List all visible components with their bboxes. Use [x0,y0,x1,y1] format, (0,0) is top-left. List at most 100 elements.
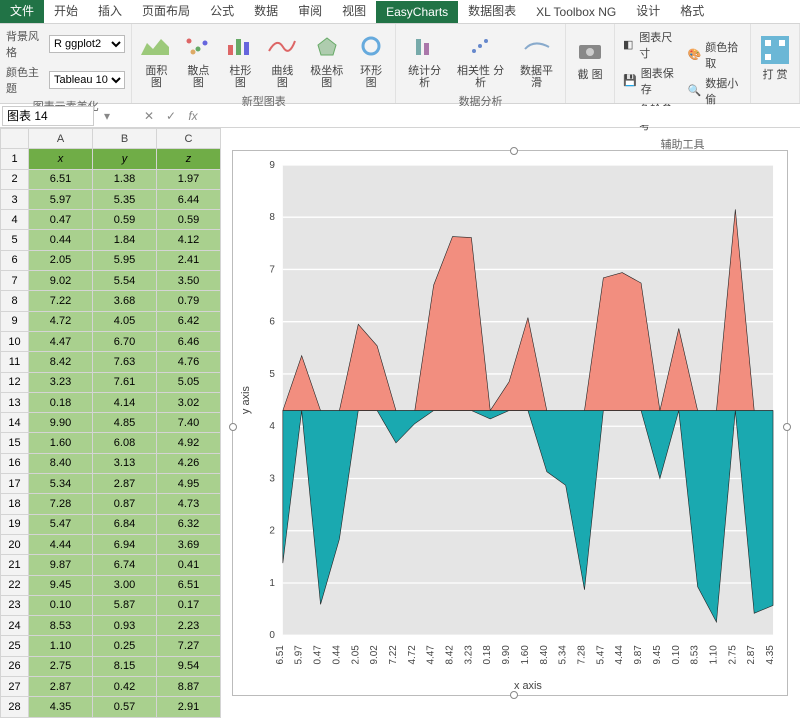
cell[interactable]: 4.35 [29,697,93,718]
row-header[interactable]: 5 [1,230,29,250]
cell[interactable]: 5.54 [93,271,157,291]
row-header[interactable]: 9 [1,311,29,331]
resize-handle-bottom[interactable] [510,691,518,699]
tab-pagelayout[interactable]: 页面布局 [132,0,200,23]
row-header[interactable]: 8 [1,291,29,311]
cell[interactable]: 4.85 [93,413,157,433]
reward-button[interactable]: 打 赏 [757,32,793,83]
cell[interactable]: 1.10 [29,636,93,656]
cancel-formula-icon[interactable]: ✕ [138,109,160,123]
smooth-button[interactable]: 数据平 滑 [514,28,559,91]
row-header[interactable]: 7 [1,271,29,291]
cell[interactable]: 8.42 [29,352,93,372]
cell[interactable]: 0.44 [29,230,93,250]
row-header[interactable]: 25 [1,636,29,656]
cell[interactable]: 0.41 [157,555,221,575]
col-header[interactable]: A [29,129,93,149]
resize-handle-left[interactable] [229,423,237,431]
resize-handle-right[interactable] [783,423,791,431]
cell[interactable]: 0.87 [93,494,157,514]
tab-easycharts[interactable]: EasyCharts [376,1,458,23]
cell[interactable]: 3.50 [157,271,221,291]
cell[interactable]: 1.60 [29,433,93,453]
namebox-dropdown-icon[interactable]: ▾ [96,109,118,123]
cell[interactable]: 2.87 [29,677,93,697]
cell[interactable]: 3.13 [93,453,157,473]
tab-design[interactable]: 设计 [626,0,670,23]
name-box[interactable] [2,106,94,126]
corr-analysis-button[interactable]: 相关性 分析 [453,28,508,91]
cell[interactable]: 8.53 [29,616,93,636]
chart-object[interactable]: 01234567896.515.970.470.442.059.027.224.… [232,150,788,696]
row-header[interactable]: 1 [1,149,29,169]
cell[interactable]: 8.15 [93,656,157,676]
cell[interactable]: 6.84 [93,514,157,534]
cell[interactable]: 7.22 [29,291,93,311]
col-header[interactable]: B [93,129,157,149]
cell[interactable]: 1.84 [93,230,157,250]
cell[interactable]: 0.93 [93,616,157,636]
cell[interactable]: 2.91 [157,697,221,718]
row-header[interactable]: 11 [1,352,29,372]
cell[interactable]: 4.47 [29,331,93,351]
cell[interactable]: 6.94 [93,534,157,554]
row-header[interactable]: 2 [1,169,29,189]
cell[interactable]: 4.92 [157,433,221,453]
cell[interactable]: 7.63 [93,352,157,372]
data-thief-button[interactable]: 🔍数据小偷 [686,74,744,108]
row-header[interactable]: 20 [1,534,29,554]
row-header[interactable]: 27 [1,677,29,697]
cell[interactable]: 2.87 [93,474,157,494]
row-header[interactable]: 21 [1,555,29,575]
bg-style-select[interactable]: R ggplot2 [49,35,125,53]
cell[interactable]: 4.73 [157,494,221,514]
row-header[interactable]: 23 [1,595,29,615]
select-all-cell[interactable] [1,129,29,149]
accept-formula-icon[interactable]: ✓ [160,109,182,123]
cell[interactable]: 8.87 [157,677,221,697]
row-header[interactable]: 12 [1,372,29,392]
cell[interactable]: 1.97 [157,169,221,189]
cell[interactable]: 3.02 [157,392,221,412]
cell[interactable]: 6.32 [157,514,221,534]
cell[interactable]: 7.61 [93,372,157,392]
cell[interactable]: 7.40 [157,413,221,433]
chart-save-button[interactable]: 💾图表保存 [621,64,679,98]
fx-icon[interactable]: fx [182,109,204,123]
scatter-chart-button[interactable]: 散点 图 [180,28,216,91]
cell[interactable]: 2.75 [29,656,93,676]
circular-chart-button[interactable]: 环形 图 [353,28,389,91]
cell[interactable]: 4.05 [93,311,157,331]
cell[interactable]: 9.90 [29,413,93,433]
tab-data[interactable]: 数据 [244,0,288,23]
cell[interactable]: 7.28 [29,494,93,514]
row-header[interactable]: 19 [1,514,29,534]
cell[interactable]: 3.00 [93,575,157,595]
cell[interactable]: 4.72 [29,311,93,331]
data-table[interactable]: ABC1xyz26.511.381.9735.975.356.4440.470.… [0,128,221,718]
cell[interactable]: 1.38 [93,169,157,189]
tab-view[interactable]: 视图 [332,0,376,23]
row-header[interactable]: 17 [1,474,29,494]
cell[interactable]: 4.44 [29,534,93,554]
cell[interactable]: 6.51 [157,575,221,595]
cell[interactable]: 0.59 [93,210,157,230]
cell[interactable]: 5.34 [29,474,93,494]
cell[interactable]: 9.45 [29,575,93,595]
cell[interactable]: 6.44 [157,189,221,209]
area-chart-button[interactable]: 面积 图 [138,28,174,91]
polar-chart-button[interactable]: 极坐标 图 [306,28,347,91]
cell[interactable]: 7.27 [157,636,221,656]
cell[interactable]: 5.95 [93,250,157,270]
cell[interactable]: 5.35 [93,189,157,209]
chart-size-button[interactable]: ◧图表尺寸 [621,28,679,62]
color-picker-button[interactable]: 🎨颜色拾取 [686,38,744,72]
cell[interactable]: 6.46 [157,331,221,351]
row-header[interactable]: 15 [1,433,29,453]
cell[interactable]: 0.57 [93,697,157,718]
row-header[interactable]: 24 [1,616,29,636]
cell[interactable]: 9.54 [157,656,221,676]
cell[interactable]: 5.97 [29,189,93,209]
cell[interactable]: 5.87 [93,595,157,615]
cell[interactable]: 0.59 [157,210,221,230]
